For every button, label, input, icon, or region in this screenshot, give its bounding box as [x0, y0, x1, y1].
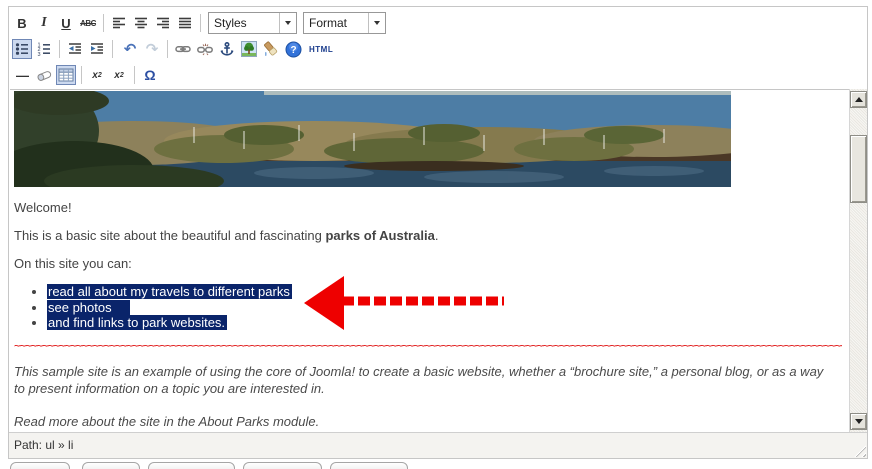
align-left-button[interactable] [109, 13, 129, 33]
bottom-button-3[interactable] [148, 462, 235, 469]
selected-text: see photos [47, 299, 130, 315]
align-center-button[interactable] [131, 13, 151, 33]
cleanup-button[interactable] [261, 39, 281, 59]
toolbar-separator [167, 40, 168, 58]
svg-text:?: ? [290, 45, 296, 56]
bullet-list-icon [15, 43, 28, 55]
arrow-down-icon [854, 419, 863, 424]
toolbar-row-1: B I U ABC Styles Format [11, 11, 386, 35]
superscript-button[interactable]: x2 [109, 65, 129, 85]
align-justify-button[interactable] [175, 13, 195, 33]
scrollbar-down-button[interactable] [850, 413, 867, 430]
toolbar-separator [112, 40, 113, 58]
special-character-button[interactable]: Ω [140, 65, 160, 85]
numbered-list-button[interactable]: 123 [34, 39, 54, 59]
outdent-button[interactable] [65, 39, 85, 59]
arrow-up-icon [854, 97, 863, 102]
link-icon [175, 46, 191, 53]
list-item: read all about my travels to different p… [47, 284, 849, 300]
sample-site-paragraph: This sample site is an example of using … [14, 363, 824, 397]
align-left-icon [113, 17, 125, 29]
unlink-icon [197, 43, 213, 56]
indent-button[interactable] [87, 39, 107, 59]
toolbar-separator [200, 14, 201, 32]
scrollbar-thumb[interactable] [850, 135, 867, 203]
list-intro-paragraph: On this site you can: [14, 256, 132, 271]
read-more-paragraph: Read more about the site in the About Pa… [14, 413, 320, 429]
editor-content-area[interactable]: Welcome! This is a basic site about the … [10, 89, 849, 433]
html-source-button[interactable]: HTML [305, 39, 337, 59]
svg-text:3: 3 [38, 52, 41, 57]
intro-paragraph: This is a basic site about the beautiful… [14, 228, 439, 243]
bold-button[interactable]: B [12, 13, 32, 33]
table-grid-icon [58, 68, 74, 82]
undo-button[interactable]: ↶ [120, 39, 140, 59]
anchor-button[interactable] [217, 39, 237, 59]
path-statusbar: Path: ul » li [9, 432, 867, 458]
eraser-icon [37, 71, 52, 81]
bottom-button-5[interactable] [330, 462, 408, 469]
styles-dropdown-value: Styles [214, 16, 247, 30]
toggle-guidelines-button[interactable] [56, 65, 76, 85]
toolbar-separator [59, 40, 60, 58]
insert-image-button[interactable] [239, 39, 259, 59]
toolbar-separator [103, 14, 104, 32]
content-bullet-list: read all about my travels to different p… [14, 284, 849, 331]
toolbar-row-2: 123 ↶ ↷ ? HTML [11, 37, 338, 61]
unlink-button[interactable] [195, 39, 215, 59]
toolbar-separator [81, 66, 82, 84]
bottom-button-1[interactable] [10, 462, 70, 469]
anchor-icon [220, 41, 234, 56]
bottom-button-4[interactable] [243, 462, 322, 469]
bullet-list-button[interactable] [12, 39, 32, 59]
indent-icon [91, 43, 103, 54]
align-justify-icon [179, 17, 191, 29]
redo-button: ↷ [142, 39, 162, 59]
chevron-down-icon [368, 13, 385, 33]
list-item: and find links to park websites. [47, 315, 849, 331]
image-tree-icon [241, 41, 257, 57]
toolbar-separator [134, 66, 135, 84]
scrollbar-track[interactable] [849, 89, 867, 432]
subscript-button[interactable]: x2 [87, 65, 107, 85]
numbered-list-icon: 123 [38, 43, 50, 57]
strikethrough-button[interactable]: ABC [78, 13, 98, 33]
align-center-icon [135, 17, 147, 29]
align-right-button[interactable] [153, 13, 173, 33]
intro-bold-text: parks of Australia [325, 228, 435, 243]
selected-text: and find links to park websites. [47, 315, 228, 331]
path-label: Path: ul » li [14, 438, 74, 452]
horizontal-rule-button[interactable]: — [12, 65, 32, 85]
toolbar-row-3: — x2 x2 Ω [11, 63, 161, 87]
resize-grip[interactable] [853, 444, 866, 457]
format-dropdown-value: Format [309, 16, 348, 30]
cleanup-brush-icon [264, 41, 278, 56]
underline-button[interactable]: U [56, 13, 76, 33]
format-dropdown[interactable]: Format [303, 12, 386, 34]
help-icon: ? [285, 41, 301, 57]
list-item: see photos [47, 299, 849, 316]
red-squiggle-divider: ~~~~~~~~~~~~~~~~~~~~~~~~~~~~~~~~~~~~~~~~… [14, 341, 842, 351]
link-button[interactable] [173, 39, 193, 59]
align-right-icon [157, 17, 169, 29]
chevron-down-icon [279, 13, 296, 33]
styles-dropdown[interactable]: Styles [208, 12, 297, 34]
selected-text: read all about my travels to different p… [47, 284, 292, 299]
bottom-button-2[interactable] [82, 462, 140, 469]
outdent-icon [69, 43, 81, 54]
help-button[interactable]: ? [283, 39, 303, 59]
rich-text-editor: B I U ABC Styles Format 1 2 3 ↶ ↷ ? HTML… [8, 6, 868, 459]
scrollbar-up-button[interactable] [850, 91, 867, 108]
remove-format-button[interactable] [34, 65, 54, 85]
content-photo[interactable] [14, 91, 731, 187]
italic-button[interactable]: I [34, 13, 54, 33]
welcome-paragraph: Welcome! [14, 200, 72, 215]
page: B I U ABC Styles Format 1 2 3 ↶ ↷ ? HTML… [0, 0, 872, 469]
